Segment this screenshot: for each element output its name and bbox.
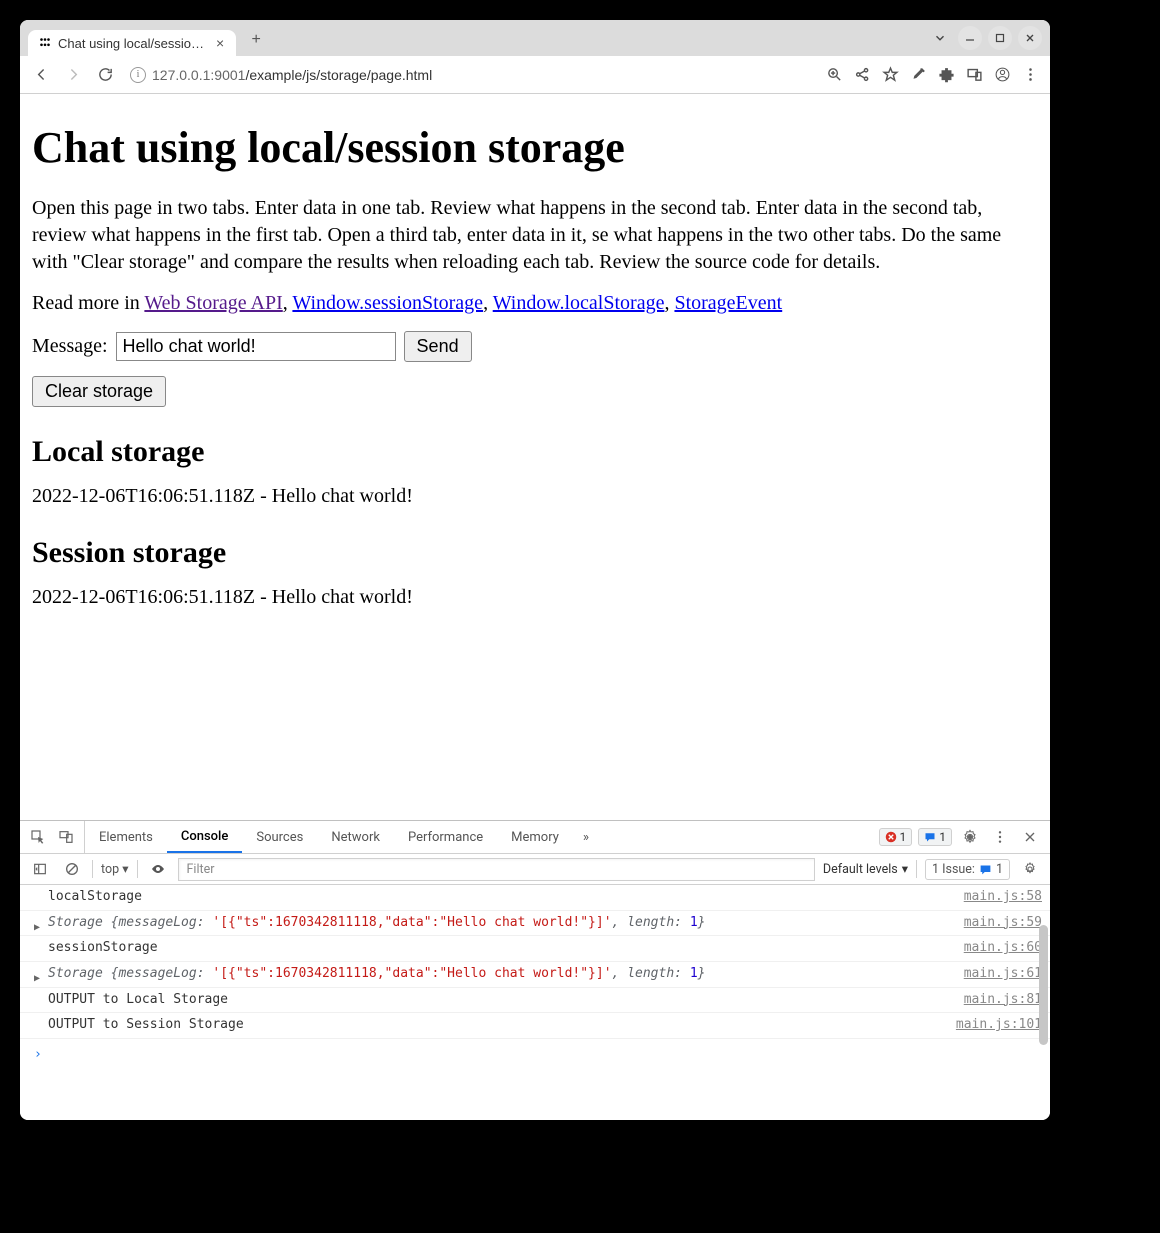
console-row[interactable]: ▶Storage {messageLog: '[{"ts":1670342811… [20, 962, 1050, 988]
zoom-icon[interactable] [820, 60, 848, 90]
console-settings-icon[interactable] [1018, 857, 1042, 881]
devtools-tabbar: Elements Console Sources Network Perform… [20, 821, 1050, 854]
expand-triangle-icon[interactable]: ▶ [34, 918, 40, 937]
console-filter-input[interactable]: Filter [178, 858, 815, 881]
console-output[interactable]: localStoragemain.js:58▶Storage {messageL… [20, 885, 1050, 1120]
console-row[interactable]: OUTPUT to Session Storagemain.js:101 [20, 1013, 1050, 1039]
link-storage-event[interactable]: StorageEvent [674, 292, 782, 314]
context-selector[interactable]: top ▾ [101, 861, 129, 877]
send-button[interactable]: Send [404, 331, 472, 362]
address-bar[interactable]: 127.0.0.1:9001/example/js/storage/page.h… [122, 67, 818, 83]
inspect-element-icon[interactable] [26, 825, 50, 849]
menu-icon[interactable] [1016, 60, 1044, 90]
console-row[interactable]: localStoragemain.js:58 [20, 885, 1050, 911]
console-toolbar: top ▾ Filter Default levels ▾ 1 Issue: 1 [20, 854, 1050, 885]
clear-console-icon[interactable] [60, 857, 84, 881]
local-storage-heading: Local storage [32, 435, 1038, 469]
devtools-panel: Elements Console Sources Network Perform… [20, 820, 1050, 1120]
window-controls [928, 26, 1042, 50]
message-form: Message: Send [32, 331, 1038, 362]
close-tab-icon[interactable]: × [214, 35, 226, 51]
console-prompt-icon[interactable]: › [20, 1039, 1050, 1072]
devtools-more-tabs-icon[interactable]: » [573, 821, 599, 853]
minimize-icon[interactable] [958, 26, 982, 50]
browser-toolbar: 127.0.0.1:9001/example/js/storage/page.h… [20, 56, 1050, 94]
browser-window: Chat using local/session s × + [20, 20, 1050, 1120]
issues-badge[interactable]: 1 Issue: 1 [925, 859, 1010, 880]
error-count-badge[interactable]: 1 [879, 828, 913, 846]
profile-icon[interactable] [988, 60, 1016, 90]
console-row[interactable]: sessionStoragemain.js:60 [20, 936, 1050, 962]
extensions-icon[interactable] [932, 60, 960, 90]
eyedropper-icon[interactable] [904, 60, 932, 90]
device-toggle-icon[interactable] [54, 825, 78, 849]
link-web-storage-api[interactable]: Web Storage API [144, 292, 282, 314]
session-storage-heading: Session storage [32, 536, 1038, 570]
console-row[interactable]: OUTPUT to Local Storagemain.js:81 [20, 988, 1050, 1014]
devtools-tab-network[interactable]: Network [317, 821, 394, 853]
source-link[interactable]: main.js:61 [952, 962, 1042, 987]
read-more-prefix: Read more in [32, 292, 144, 314]
clear-storage-button[interactable]: Clear storage [32, 376, 166, 407]
source-link[interactable]: main.js:58 [952, 885, 1042, 910]
tabs-dropdown-icon[interactable] [928, 26, 952, 50]
devtools-tab-console[interactable]: Console [167, 821, 242, 853]
source-link[interactable]: main.js:81 [952, 988, 1042, 1013]
log-levels-selector[interactable]: Default levels ▾ [823, 861, 908, 877]
reload-icon[interactable] [90, 60, 120, 90]
message-input[interactable] [116, 332, 396, 361]
maximize-icon[interactable] [988, 26, 1012, 50]
live-expression-icon[interactable] [146, 857, 170, 881]
console-row[interactable]: ▶Storage {messageLog: '[{"ts":1670342811… [20, 911, 1050, 937]
devtools-menu-icon[interactable] [988, 825, 1012, 849]
link-local-storage[interactable]: Window.localStorage [493, 292, 665, 314]
url-text: 127.0.0.1:9001/example/js/storage/page.h… [152, 67, 432, 83]
devtools-settings-icon[interactable] [958, 825, 982, 849]
toolbar-right [820, 60, 1044, 90]
read-more-paragraph: Read more in Web Storage API, Window.ses… [32, 290, 1038, 317]
browser-tab[interactable]: Chat using local/session s × [28, 30, 236, 56]
tab-title: Chat using local/session s [58, 36, 208, 51]
console-sidebar-icon[interactable] [28, 857, 52, 881]
link-session-storage[interactable]: Window.sessionStorage [292, 292, 483, 314]
favicon-icon [38, 36, 52, 50]
message-label: Message: [32, 335, 108, 358]
source-link[interactable]: main.js:101 [944, 1013, 1042, 1038]
source-link[interactable]: main.js:59 [952, 911, 1042, 936]
source-link[interactable]: main.js:60 [952, 936, 1042, 961]
devtools-tab-performance[interactable]: Performance [394, 821, 497, 853]
message-count-badge[interactable]: 1 [918, 828, 952, 846]
page-heading: Chat using local/session storage [32, 122, 1038, 173]
bookmark-icon[interactable] [876, 60, 904, 90]
share-icon[interactable] [848, 60, 876, 90]
intro-paragraph: Open this page in two tabs. Enter data i… [32, 195, 1038, 276]
expand-triangle-icon[interactable]: ▶ [34, 969, 40, 988]
session-storage-entry: 2022-12-06T16:06:51.118Z - Hello chat wo… [32, 586, 1038, 609]
devices-icon[interactable] [960, 60, 988, 90]
devtools-tab-elements[interactable]: Elements [85, 821, 167, 853]
scrollbar-thumb[interactable] [1039, 925, 1048, 1045]
devtools-close-icon[interactable] [1018, 825, 1042, 849]
site-info-icon[interactable] [130, 67, 146, 83]
forward-icon[interactable] [58, 60, 88, 90]
devtools-tab-sources[interactable]: Sources [242, 821, 317, 853]
page-content: Chat using local/session storage Open th… [20, 94, 1050, 820]
tab-strip: Chat using local/session s × + [20, 20, 1050, 56]
devtools-tab-memory[interactable]: Memory [497, 821, 573, 853]
back-icon[interactable] [26, 60, 56, 90]
close-window-icon[interactable] [1018, 26, 1042, 50]
new-tab-button[interactable]: + [244, 28, 268, 52]
local-storage-entry: 2022-12-06T16:06:51.118Z - Hello chat wo… [32, 485, 1038, 508]
